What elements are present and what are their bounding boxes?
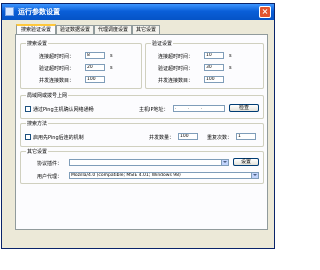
group-title: 验证设置: [151, 40, 174, 47]
ping-first-label: 启用先Ping后连的机制: [33, 135, 84, 141]
unit-label: s: [110, 53, 113, 59]
close-button[interactable]: ×: [259, 6, 271, 18]
retries-label: 重复次数：: [207, 135, 233, 141]
search-verify-timeout-input[interactable]: 20: [85, 64, 105, 71]
tab-proxy-schedule[interactable]: 代理调度设置: [94, 25, 132, 34]
verify-concurrency-input[interactable]: 100: [204, 76, 224, 83]
verify-settings-group: 验证设置 连接超时时间： 10 s 验证超时时间： 30 s 并发连接数目： 1…: [145, 40, 264, 89]
group-title: 搜索方法: [26, 120, 49, 127]
concurrency-label: 并发连接数目：: [158, 78, 194, 84]
unit-label: s: [229, 65, 232, 71]
retries-input[interactable]: 1: [236, 133, 256, 140]
window-title: 运行参数设置: [18, 8, 60, 16]
concurrency-label: 并发连接数目：: [39, 78, 75, 84]
unit-label: s: [110, 65, 113, 71]
ping-check-checkbox[interactable]: [25, 106, 31, 112]
connect-timeout-label: 连接超时时间：: [39, 54, 75, 60]
chevron-down-icon[interactable]: [221, 160, 228, 165]
verify-verify-timeout-input[interactable]: 30: [204, 64, 224, 71]
check-button[interactable]: 检查: [229, 104, 259, 112]
group-title: 其它设置: [26, 148, 49, 155]
unit-label: s: [229, 53, 232, 59]
packets-input[interactable]: 100: [178, 133, 198, 140]
search-method-group: 搜索方法 启用先Ping后连的机制 并发数量： 100 重复次数： 1: [20, 120, 264, 147]
user-agent-select[interactable]: Mozilla/4.0 (compatible; MSIE 4.01; Wind…: [69, 172, 259, 179]
plugin-select[interactable]: [69, 159, 229, 166]
host-ip-label: 主机IP地址：: [139, 107, 169, 113]
search-settings-group: 搜索设置 连接超时时间： 8 s 验证超时时间： 20 s 并发连接数目： 10…: [20, 40, 142, 89]
plugin-label: 协议插件：: [37, 161, 63, 167]
other-settings-group: 其它设置 协议插件： 设置 用户代理： Mozilla/4.0 (compati…: [20, 148, 264, 184]
plugin-settings-button[interactable]: 设置: [233, 158, 259, 166]
settings-window: 运行参数设置 × 搜索验证设置 验证数据设置 代理调度设置 其它设置 搜索设置 …: [1, 3, 275, 249]
ping-check-label: 通过Ping主机确认网络通畅: [33, 107, 94, 113]
search-connect-timeout-input[interactable]: 8: [85, 52, 105, 59]
app-icon: [5, 7, 14, 16]
search-concurrency-input[interactable]: 100: [85, 76, 105, 83]
lan-group: 局域网或拨号上网 通过Ping主机确认网络通畅 主机IP地址： . . . 检查: [20, 92, 264, 119]
title-bar[interactable]: 运行参数设置 ×: [2, 4, 274, 20]
group-title: 搜索设置: [26, 40, 49, 47]
tab-other[interactable]: 其它设置: [132, 25, 160, 34]
user-agent-value: Mozilla/4.0 (compatible; MSIE 4.01; Wind…: [71, 173, 181, 178]
user-agent-label: 用户代理：: [37, 174, 63, 180]
verify-connect-timeout-input[interactable]: 10: [204, 52, 224, 59]
ping-first-checkbox[interactable]: [25, 134, 31, 140]
verify-timeout-label: 验证超时时间：: [39, 66, 75, 72]
packets-label: 并发数量：: [149, 135, 175, 141]
tab-verify-data[interactable]: 验证数据设置: [56, 25, 94, 34]
group-title: 局域网或拨号上网: [26, 92, 69, 99]
tab-panel: 搜索设置 连接超时时间： 8 s 验证超时时间： 20 s 并发连接数目： 10…: [15, 34, 268, 230]
chevron-down-icon[interactable]: [251, 173, 258, 178]
host-ip-input[interactable]: . . .: [173, 105, 225, 112]
verify-timeout-label: 验证超时时间：: [158, 66, 194, 72]
connect-timeout-label: 连接超时时间：: [158, 54, 194, 60]
